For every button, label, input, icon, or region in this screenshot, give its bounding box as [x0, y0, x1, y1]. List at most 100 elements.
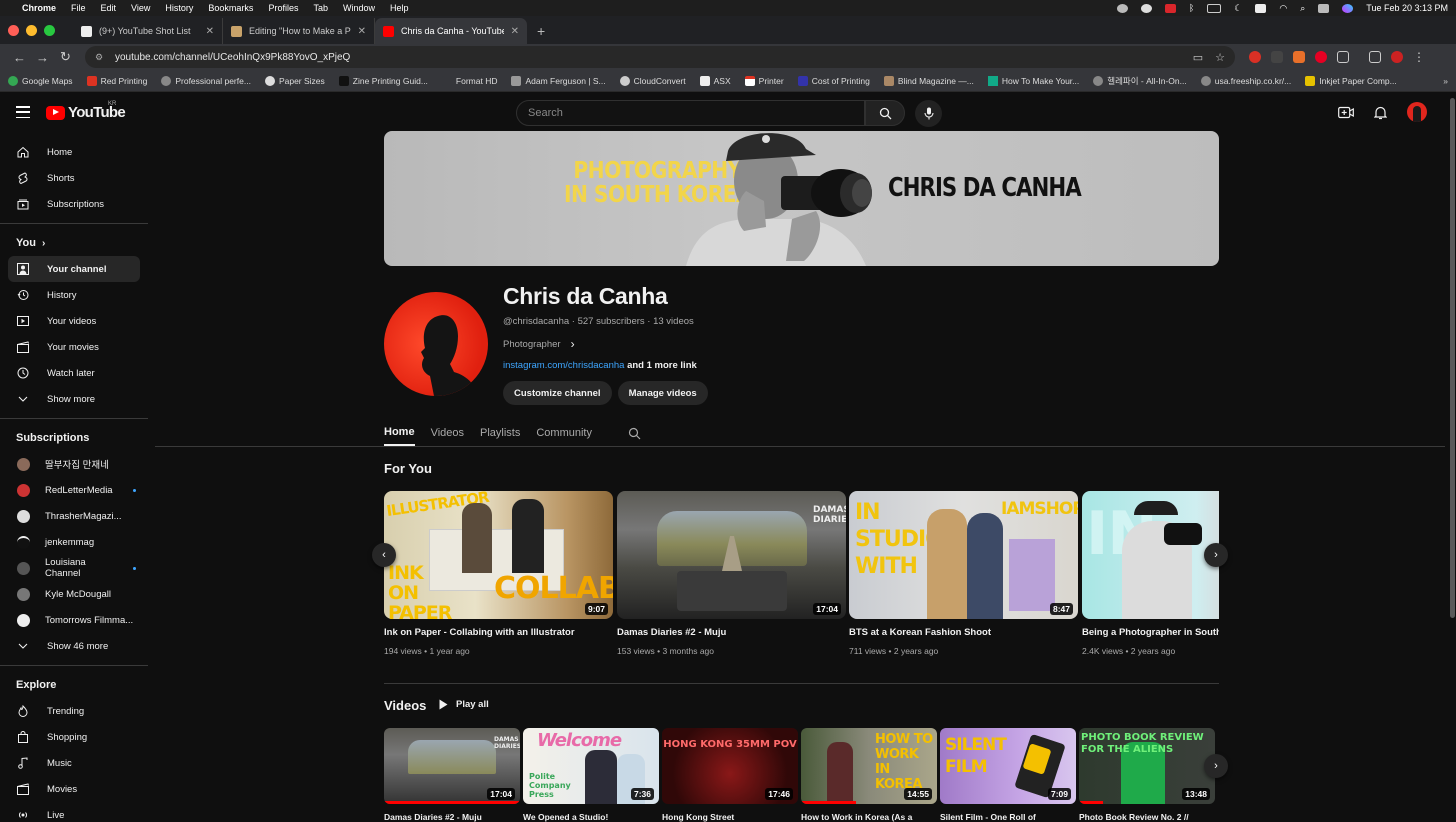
search-input[interactable]: Search	[516, 100, 865, 126]
video-card[interactable]: HONG KONG 35MM POV 17:46 Hong Kong Stree…	[662, 728, 798, 822]
zoom-window-button[interactable]	[44, 24, 55, 36]
sidebar-subscription[interactable]: Louisiana Channel	[8, 555, 140, 581]
app-status-icon[interactable]	[1164, 3, 1176, 13]
reload-icon[interactable]: ↻	[54, 49, 77, 65]
bookmark-item[interactable]: Blind Magazine —...	[883, 75, 974, 86]
carousel-prev-button[interactable]: ‹	[372, 543, 396, 567]
siri-icon[interactable]	[1342, 3, 1354, 13]
video-card[interactable]: DAMAS DIARIES 17:04 Damas Diaries #2 - M…	[384, 728, 520, 822]
control-center-icon[interactable]	[1318, 3, 1330, 13]
video-title[interactable]: Damas Diaries #2 - Muju	[617, 627, 846, 638]
menu-view[interactable]: View	[131, 3, 150, 13]
instagram-link[interactable]: instagram.com/chrisdacanha	[503, 360, 624, 371]
video-card[interactable]: DAMAS DIARIES 17:04 Damas Diaries #2 - M…	[617, 491, 846, 656]
battery-icon[interactable]	[1207, 3, 1222, 13]
close-window-button[interactable]	[8, 24, 19, 36]
video-title[interactable]: How to Work in Korea (As a	[801, 812, 937, 822]
close-tab-icon[interactable]: ✕	[511, 26, 519, 37]
video-thumbnail[interactable]: ILLUSTRATOR INK ON PAPER COLLAB 9:07	[384, 491, 613, 619]
sidebar-item-shopping[interactable]: Shopping	[8, 724, 140, 750]
carousel-next-button[interactable]: ›	[1204, 543, 1228, 567]
manage-videos-button[interactable]: Manage videos	[617, 381, 708, 405]
sidebar-item-trending[interactable]: Trending	[8, 698, 140, 724]
browser-tab-active[interactable]: Chris da Canha - YouTube ✕	[375, 18, 527, 44]
video-title[interactable]: We Opened a Studio!	[523, 812, 659, 822]
menu-window[interactable]: Window	[343, 3, 375, 13]
video-title[interactable]: Photo Book Review No. 2 //	[1079, 812, 1215, 822]
menu-history[interactable]: History	[165, 3, 193, 13]
video-thumbnail[interactable]: HOW TO WORK IN KOREA 14:55	[801, 728, 937, 804]
tab-playlists[interactable]: Playlists	[480, 420, 520, 446]
video-card[interactable]: Welcome Polite Company Press 7:36 We Ope…	[523, 728, 659, 822]
bookmark-star-icon[interactable]: ☆	[1215, 51, 1225, 64]
bookmark-item[interactable]: Cost of Printing	[797, 75, 870, 86]
sidebar-show-more[interactable]: Show more	[8, 386, 140, 412]
hamburger-menu-icon[interactable]	[16, 106, 30, 118]
back-icon[interactable]: ←	[8, 50, 31, 65]
search-button[interactable]	[865, 100, 905, 126]
scrollbar-thumb[interactable]	[1450, 98, 1455, 618]
bookmark-item[interactable]: Inkjet Paper Comp...	[1305, 75, 1397, 86]
page-scrollbar[interactable]	[1449, 92, 1456, 819]
bluetooth-icon[interactable]: ᛒ	[1189, 3, 1194, 13]
menu-edit[interactable]: Edit	[101, 3, 117, 13]
bookmark-item[interactable]: usa.freeship.co.kr/...	[1200, 75, 1291, 86]
menu-help[interactable]: Help	[390, 3, 409, 13]
sidebar-subscription[interactable]: jenkemmag	[8, 529, 140, 555]
site-info-icon[interactable]: ⚙	[95, 52, 105, 62]
account-avatar[interactable]	[1407, 102, 1427, 122]
sidebar-item-subscriptions[interactable]: Subscriptions	[8, 191, 140, 217]
sidebar-subscription[interactable]: Tomorrows Filmma...	[8, 607, 140, 633]
channel-search-icon[interactable]	[628, 427, 641, 440]
bookmarks-overflow-icon[interactable]: »	[1443, 76, 1448, 86]
sidebar-subscription[interactable]: RedLetterMedia	[8, 477, 140, 503]
close-tab-icon[interactable]: ✕	[358, 26, 366, 37]
profile-icon[interactable]	[1391, 51, 1403, 63]
sidebar-subscription[interactable]: ThrasherMagazi...	[8, 503, 140, 529]
tab-videos[interactable]: Videos	[431, 420, 464, 446]
close-tab-icon[interactable]: ✕	[206, 26, 214, 37]
sidebar-item-your-videos[interactable]: Your videos	[8, 308, 140, 334]
video-title[interactable]: Hong Kong Street	[662, 812, 798, 822]
video-card[interactable]: HOW TO WORK IN KOREA 14:55 How to Work i…	[801, 728, 937, 822]
video-card[interactable]: IN Being a Photographer in South Ko 2.4K…	[1082, 491, 1219, 656]
sidebar-item-your-movies[interactable]: Your movies	[8, 334, 140, 360]
pinterest-icon[interactable]	[1315, 51, 1327, 63]
video-thumbnail[interactable]: IN STUDIO WITH IAMSHOP 8:47	[849, 491, 1078, 619]
cast-icon[interactable]: ▭	[1193, 51, 1203, 64]
video-card[interactable]: IN STUDIO WITH IAMSHOP 8:47 BTS at a Kor…	[849, 491, 1078, 656]
browser-tab[interactable]: (9+) YouTube Shot List ✕	[73, 18, 223, 44]
channel-avatar-large[interactable]	[384, 292, 488, 396]
video-title[interactable]: Ink on Paper - Collabing with an Illustr…	[384, 627, 613, 638]
bookmark-item[interactable]: ASX	[699, 75, 731, 86]
sidebar-item-live[interactable]: Live	[8, 802, 140, 819]
bookmark-item[interactable]: Printer	[744, 75, 784, 86]
menu-file[interactable]: File	[71, 3, 86, 13]
bookmark-item[interactable]: Zine Printing Guid...	[338, 75, 428, 86]
new-tab-icon[interactable]: +	[537, 18, 545, 44]
tab-home[interactable]: Home	[384, 420, 415, 446]
url-text[interactable]: youtube.com/channel/UCeohInQx9Pk88YovO_x…	[115, 52, 350, 63]
video-title[interactable]: Damas Diaries #2 - Muju	[384, 812, 520, 822]
wifi-icon[interactable]: ◠	[1279, 3, 1287, 14]
sidebar-item-music[interactable]: Music	[8, 750, 140, 776]
more-icon[interactable]: ⋮	[1413, 50, 1425, 64]
sidebar-you-heading[interactable]: You ›	[0, 230, 155, 256]
video-title[interactable]: Silent Film - One Roll of	[940, 812, 1076, 822]
sidebar-item-movies[interactable]: Movies	[8, 776, 140, 802]
notifications-bell-icon[interactable]	[1374, 105, 1387, 120]
sidebar-show-more-subscriptions[interactable]: Show 46 more	[8, 633, 140, 659]
youtube-logo[interactable]: YouTube KR	[46, 101, 126, 121]
video-thumbnail[interactable]: DAMAS DIARIES 17:04	[617, 491, 846, 619]
sidebar-subscription[interactable]: 딸부자집 만재네	[8, 451, 140, 477]
menu-profiles[interactable]: Profiles	[268, 3, 298, 13]
channel-description[interactable]: Photographer ›	[503, 337, 575, 351]
sidebar-item-shorts[interactable]: Shorts	[8, 165, 140, 191]
video-thumbnail[interactable]: Welcome Polite Company Press 7:36	[523, 728, 659, 804]
video-card[interactable]: SILENT FILM 7:09 Silent Film - One Roll …	[940, 728, 1076, 822]
video-card[interactable]: ILLUSTRATOR INK ON PAPER COLLAB 9:07 Ink…	[384, 491, 613, 656]
minimize-window-button[interactable]	[26, 24, 37, 36]
customize-channel-button[interactable]: Customize channel	[503, 381, 612, 405]
bookmark-item[interactable]: How To Make Your...	[987, 75, 1079, 86]
puzzle-icon[interactable]	[1337, 51, 1349, 63]
